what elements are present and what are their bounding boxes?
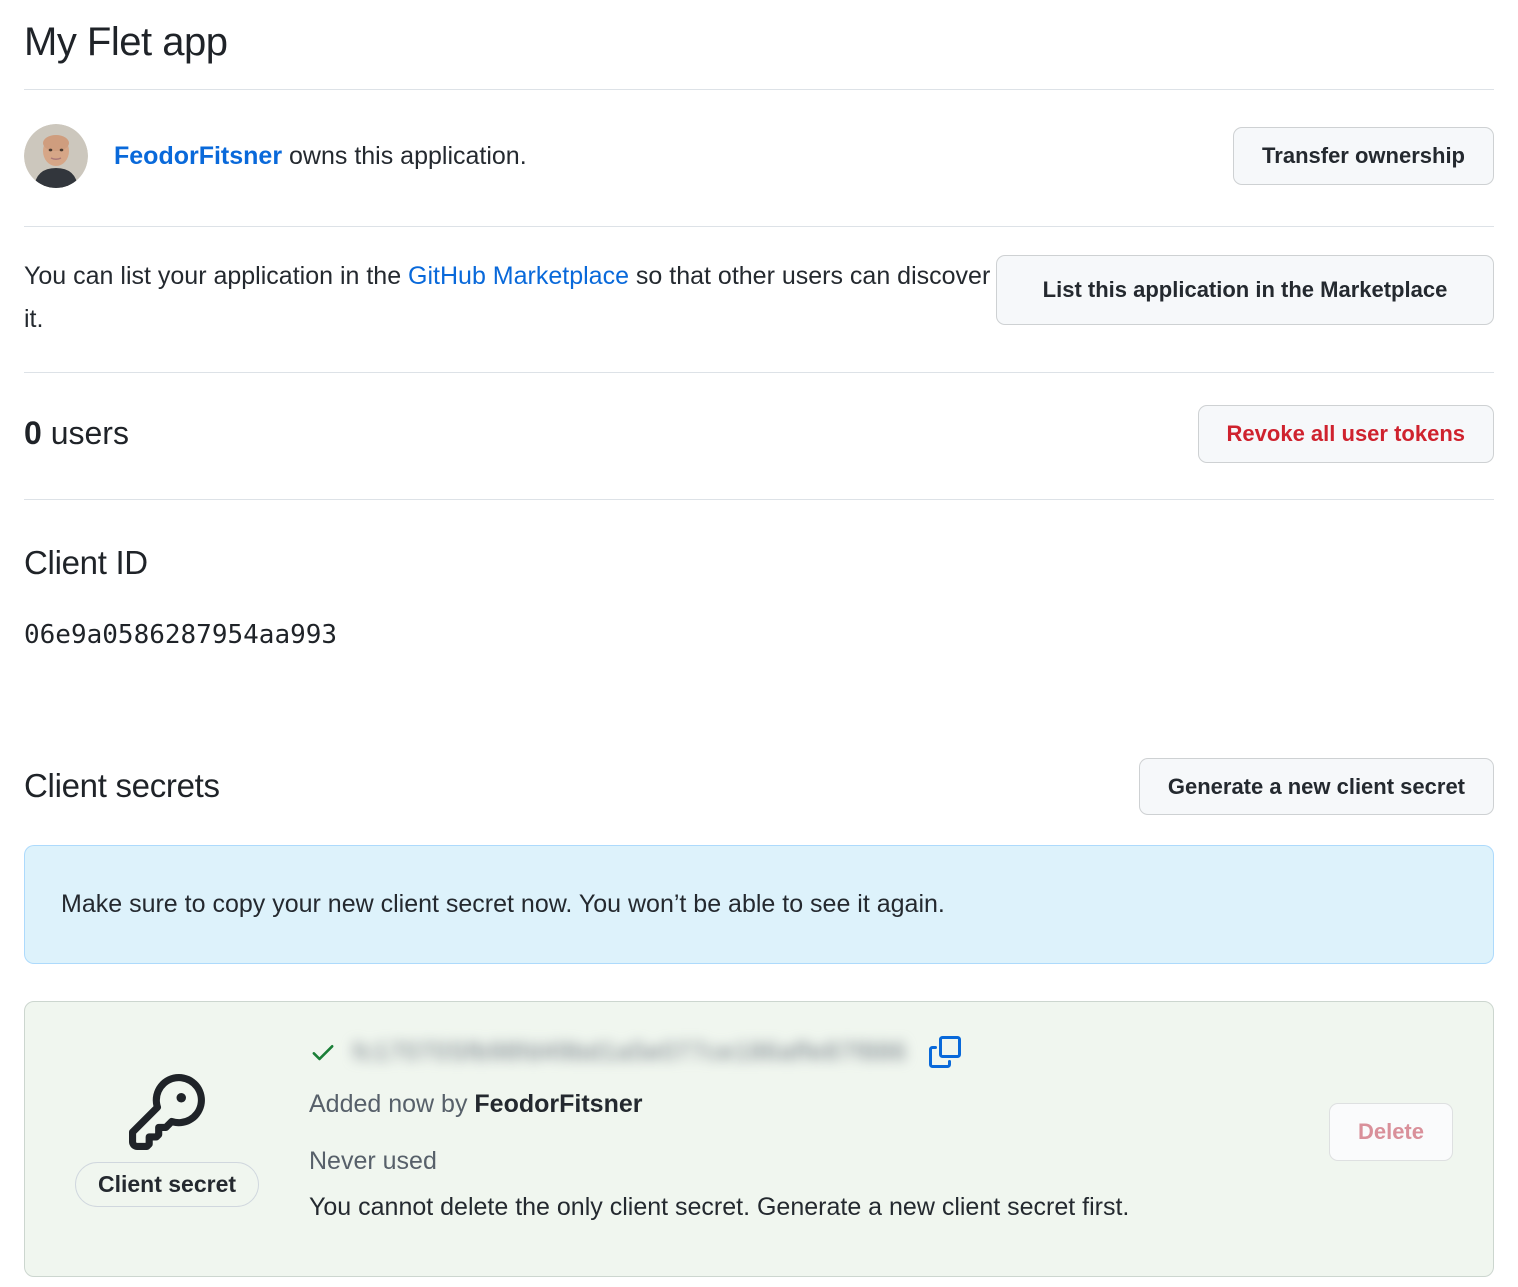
list-in-marketplace-button[interactable]: List this application in the Marketplace [996, 255, 1494, 325]
users-count-text: 0 users [24, 415, 129, 452]
secret-delete-note: You cannot delete the only client secret… [309, 1187, 1299, 1228]
owner-avatar [24, 124, 88, 188]
client-id-value: 06e9a0586287954aa993 [24, 620, 1494, 650]
page-title: My Flet app [24, 0, 1494, 89]
client-secret-panel: Client secret fc17070Sfb98fd49bd1a5e077c… [24, 1001, 1494, 1277]
secret-value-row: fc17070Sfb98fd49bd1a5e077ce186affe87f886 [309, 1036, 1299, 1068]
client-secrets-heading: Client secrets [24, 767, 220, 805]
owner-username-link[interactable]: FeodorFitsner [114, 142, 282, 170]
owner-text: FeodorFitsner owns this application. [114, 142, 527, 171]
users-row: 0 users Revoke all user tokens [24, 373, 1494, 499]
users-label: users [42, 415, 129, 451]
secret-added-line: Added now by FeodorFitsner [309, 1084, 1299, 1125]
github-marketplace-link[interactable]: GitHub Marketplace [408, 262, 629, 290]
client-secrets-header: Client secrets Generate a new client sec… [24, 758, 1494, 816]
copy-secret-notice-banner: Make sure to copy your new client secret… [24, 845, 1494, 964]
client-id-section: Client ID 06e9a0586287954aa993 [24, 500, 1494, 650]
delete-secret-button[interactable]: Delete [1329, 1103, 1453, 1161]
copy-icon[interactable] [929, 1036, 961, 1068]
client-id-heading: Client ID [24, 544, 1494, 582]
revoke-all-user-tokens-button[interactable]: Revoke all user tokens [1198, 405, 1494, 463]
secret-added-by: FeodorFitsner [474, 1090, 642, 1118]
check-icon [309, 1038, 337, 1066]
owner-row: FeodorFitsner owns this application. Tra… [24, 90, 1494, 226]
marketplace-row: You can list your application in the Git… [24, 227, 1494, 372]
secret-usage-line: Never used [309, 1141, 1299, 1182]
generate-client-secret-button[interactable]: Generate a new client secret [1139, 758, 1494, 816]
secret-added-prefix: Added now by [309, 1090, 474, 1118]
marketplace-text-before: You can list your application in the [24, 262, 408, 290]
owner-owns-text: owns this application. [282, 142, 527, 170]
client-secret-left-column: Client secret [61, 1074, 273, 1207]
client-secret-badge: Client secret [75, 1162, 259, 1207]
client-secret-blurred-value: fc17070Sfb98fd49bd1a5e077ce186affe87f886 [353, 1038, 907, 1067]
users-count: 0 [24, 415, 42, 451]
client-secret-details: fc17070Sfb98fd49bd1a5e077ce186affe87f886… [273, 1036, 1299, 1228]
transfer-ownership-button[interactable]: Transfer ownership [1233, 127, 1494, 185]
key-icon [129, 1074, 205, 1150]
app-settings-page: My Flet app FeodorFitsner owns this appl… [0, 0, 1518, 1277]
marketplace-text: You can list your application in the Git… [24, 255, 992, 340]
